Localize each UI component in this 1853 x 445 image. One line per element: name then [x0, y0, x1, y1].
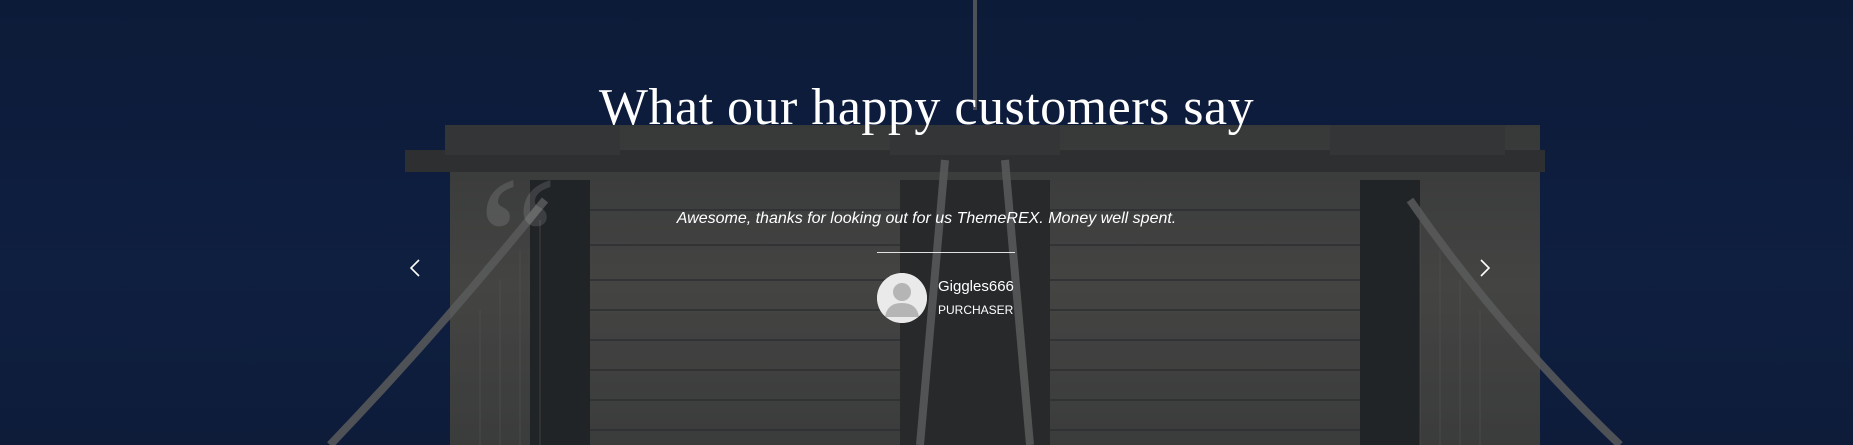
testimonial-author: Giggles666 PURCHASER	[877, 272, 1014, 324]
author-name: Giggles666	[938, 278, 1014, 295]
chevron-right-icon	[1480, 259, 1491, 277]
quote-mark-icon: “	[478, 140, 558, 339]
testimonial-quote: Awesome, thanks for looking out for us T…	[676, 210, 1177, 227]
user-silhouette-icon	[877, 273, 927, 323]
avatar	[877, 273, 927, 323]
next-slide-button[interactable]	[1475, 258, 1495, 278]
author-meta: Giggles666 PURCHASER	[938, 277, 1014, 319]
prev-slide-button[interactable]	[405, 258, 425, 278]
author-role: PURCHASER	[938, 303, 1014, 317]
testimonials-section: “ What our happy customers say Awesome, …	[0, 0, 1853, 445]
chevron-left-icon	[409, 259, 420, 277]
divider	[877, 252, 1015, 253]
section-title: What our happy customers say	[598, 79, 1255, 136]
